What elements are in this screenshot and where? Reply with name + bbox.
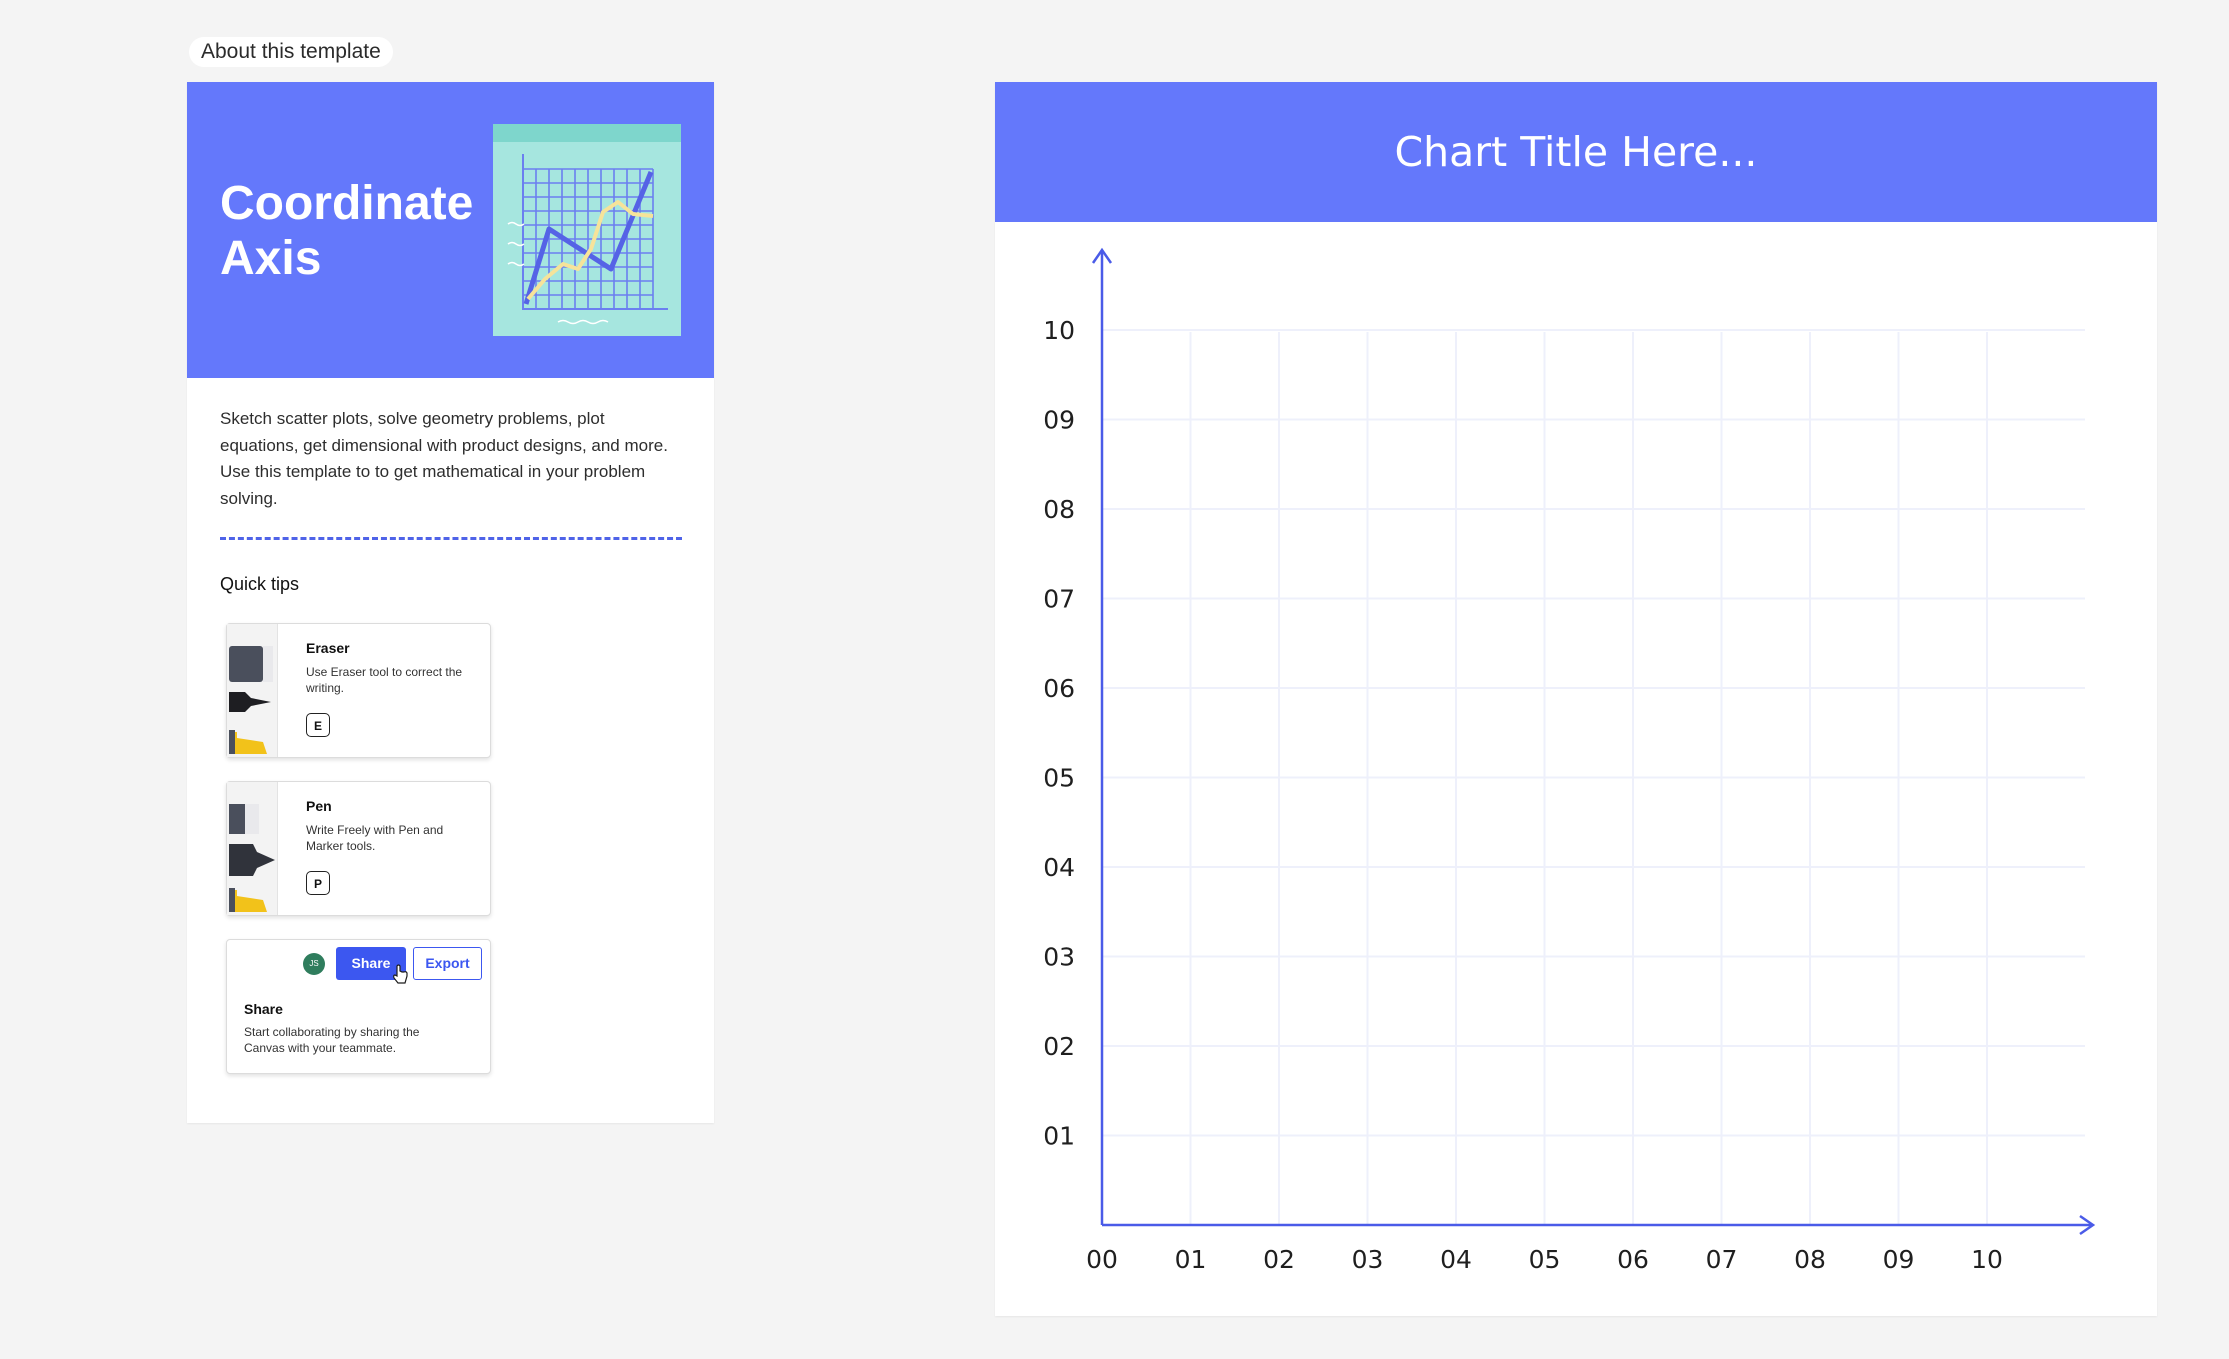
export-button[interactable]: Export — [413, 947, 482, 980]
template-title-line2: Axis — [220, 232, 322, 285]
tip-title: Pen — [306, 798, 332, 814]
y-tick-label: 09 — [1043, 406, 1075, 435]
tip-title: Eraser — [306, 640, 350, 656]
tip-text: Start collaborating by sharing the Canva… — [244, 1025, 420, 1055]
y-tick-label: 06 — [1043, 674, 1075, 703]
tip-card-share: JS Share Export Share Start collaboratin… — [226, 939, 491, 1074]
x-tick-label: 06 — [1617, 1245, 1649, 1274]
x-tick-label: 07 — [1706, 1245, 1738, 1274]
keyboard-shortcut-key: P — [306, 871, 330, 895]
about-template-label[interactable]: About this template — [189, 37, 393, 67]
x-tick-label: 01 — [1175, 1245, 1207, 1274]
x-tick-label: 08 — [1794, 1245, 1826, 1274]
coordinate-axis-chart[interactable]: 00 01 02 03 04 05 06 07 08 09 10 01 02 03 04 05 06 07 08 09… — [995, 82, 2157, 1316]
tip-title: Share — [244, 1001, 283, 1017]
y-tick-label: 04 — [1043, 853, 1075, 882]
y-tick-label: 02 — [1043, 1032, 1075, 1061]
x-tick-label: 02 — [1263, 1245, 1295, 1274]
y-tick-label: 07 — [1043, 585, 1075, 614]
avatar: JS — [303, 953, 325, 975]
tip-text: Write Freely with Pen and Marker tools. — [306, 823, 444, 853]
y-tick-label: 05 — [1043, 764, 1075, 793]
chart-illustration-icon — [493, 124, 681, 336]
x-tick-label: 10 — [1971, 1245, 2003, 1274]
y-tick-label: 08 — [1043, 495, 1075, 524]
section-divider — [220, 537, 682, 540]
tool-stack-illustration — [227, 782, 278, 915]
template-hero: Coordinate Axis — [187, 82, 714, 378]
y-tick-label: 01 — [1043, 1122, 1075, 1151]
x-tick-label: 03 — [1352, 1245, 1384, 1274]
template-info-card: Coordinate Axis Sketch scatter plots, so… — [187, 82, 714, 1123]
x-tick-label: 00 — [1086, 1245, 1118, 1274]
cursor-hand-icon — [393, 964, 408, 984]
template-description: Sketch scatter plots, solve geometry pro… — [220, 409, 668, 508]
tool-stack-illustration — [227, 624, 278, 757]
template-title-line1: Coordinate — [220, 177, 474, 230]
template-title: Coordinate Axis — [220, 176, 480, 286]
x-tick-label: 05 — [1529, 1245, 1561, 1274]
coordinate-chart-panel[interactable]: Chart Title Here... 00 01 02 03 04 05 06 07 08 09… — [995, 82, 2157, 1316]
x-tick-label: 04 — [1440, 1245, 1472, 1274]
tip-text: Use Eraser tool to correct the writing. — [306, 665, 463, 695]
y-tick-label: 10 — [1043, 316, 1075, 345]
x-tick-label: 09 — [1883, 1245, 1915, 1274]
tip-card-eraser: Eraser Use Eraser tool to correct the wr… — [226, 623, 491, 758]
tip-card-pen: Pen Write Freely with Pen and Marker too… — [226, 781, 491, 916]
quick-tips-heading: Quick tips — [220, 574, 300, 594]
y-tick-label: 03 — [1043, 943, 1075, 972]
keyboard-shortcut-key: E — [306, 713, 330, 737]
